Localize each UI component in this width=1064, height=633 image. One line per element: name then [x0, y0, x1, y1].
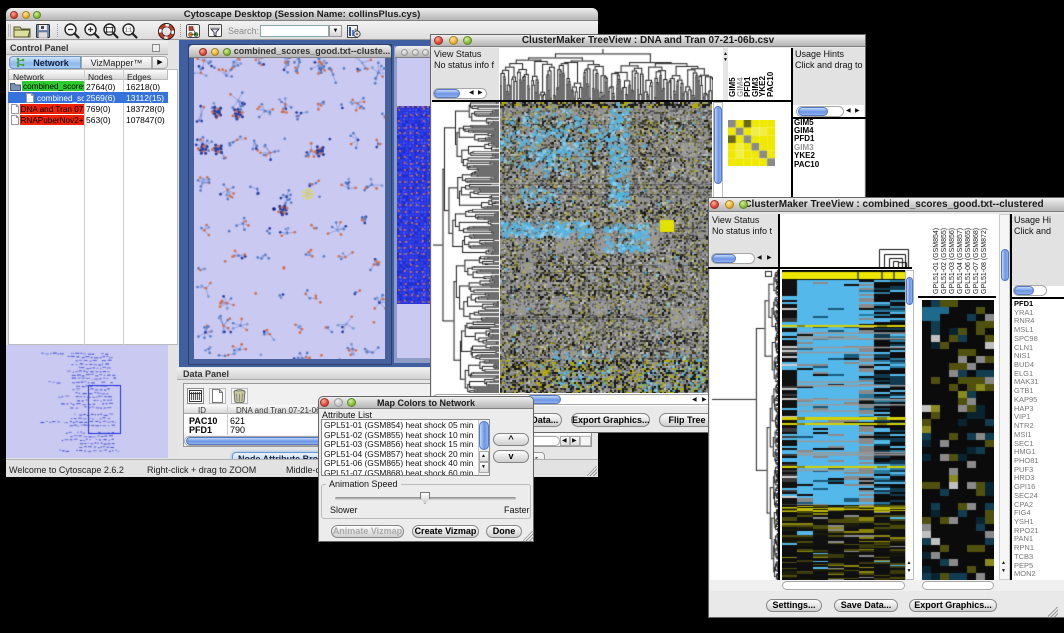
svg-text:1:1: 1:1: [125, 28, 132, 34]
